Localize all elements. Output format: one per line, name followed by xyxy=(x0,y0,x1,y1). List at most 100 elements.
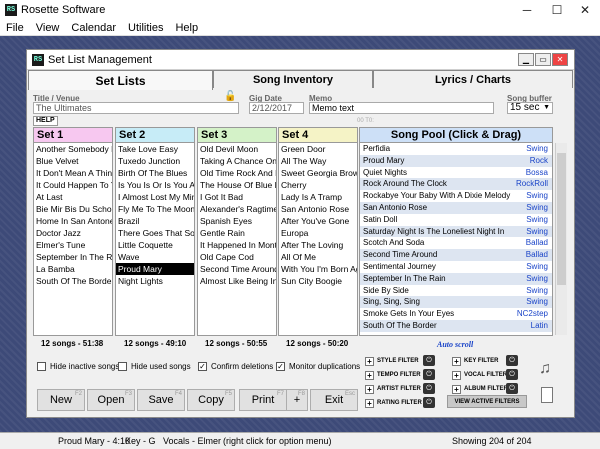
window-minimize-button[interactable]: ▁ xyxy=(518,53,534,66)
set-song-item[interactable]: Brazil xyxy=(116,215,194,227)
tab-song-inventory[interactable]: Song Inventory xyxy=(213,70,373,88)
plus-icon[interactable]: + xyxy=(452,356,461,366)
menu-utilities[interactable]: Utilities xyxy=(122,22,169,34)
plus-icon[interactable]: + xyxy=(365,356,374,366)
set-song-item[interactable]: Spanish Eyes xyxy=(198,215,276,227)
set-4-list[interactable]: Set 4 Green Door All The Way Sweet Georgia… xyxy=(278,127,358,336)
set-song-item[interactable]: Sweet Georgia Brown xyxy=(279,167,357,179)
set-song-item[interactable]: I Almost Lost My Mind xyxy=(116,191,194,203)
plus-icon[interactable]: + xyxy=(365,384,374,394)
monitor-duplications-checkbox[interactable]: ✓ Monitor duplications xyxy=(276,362,360,371)
set-song-item[interactable]: Doctor Jazz xyxy=(34,227,112,239)
set-song-item[interactable]: La Bamba xyxy=(34,263,112,275)
set-song-item[interactable]: All Of Me xyxy=(279,251,357,263)
window-restore-button[interactable]: ▭ xyxy=(535,53,551,66)
lock-icon[interactable]: 🔓 xyxy=(224,91,236,102)
tab-lyrics-charts[interactable]: Lyrics / Charts xyxy=(373,70,573,88)
pool-song-row[interactable]: Perfidia Swing xyxy=(360,143,552,155)
set-song-item[interactable]: Fly Me To The Moon xyxy=(116,203,194,215)
power-icon[interactable]: ⏻ xyxy=(423,355,435,366)
set-song-item[interactable]: Taking A Chance On Lo xyxy=(198,155,276,167)
pool-song-row[interactable]: Side By Side Swing xyxy=(360,285,552,297)
checkbox-box[interactable] xyxy=(118,362,127,371)
set-song-item[interactable]: Lady Is A Tramp xyxy=(279,191,357,203)
set-song-item[interactable]: Bie Mir Bis Du Schoen xyxy=(34,203,112,215)
set-song-item[interactable]: Elmer's Tune xyxy=(34,239,112,251)
plus-icon[interactable]: + xyxy=(452,370,461,380)
song-buffer-select[interactable]: 15 sec ▼ xyxy=(507,102,553,114)
set-song-item[interactable]: Take Love Easy xyxy=(116,143,194,155)
print-plus-button[interactable]: + F8 xyxy=(286,389,308,411)
power-icon[interactable]: ⏻ xyxy=(506,355,518,366)
set-1-list[interactable]: Set 1 Another Somebody DonBlue VelvetIt … xyxy=(33,127,113,336)
plus-icon[interactable]: + xyxy=(365,370,374,380)
set-song-item[interactable]: With You I'm Born Agair xyxy=(279,263,357,275)
set-song-item[interactable]: Little Coquette xyxy=(116,239,194,251)
set-song-item[interactable]: Home In San Antone xyxy=(34,215,112,227)
power-icon[interactable]: ⏻ xyxy=(506,383,518,394)
set-song-item[interactable]: Is You Is Or Is You Ain't xyxy=(116,179,194,191)
hide-used-checkbox[interactable]: Hide used songs xyxy=(118,362,191,371)
pool-song-row[interactable]: Rockabye Your Baby With A Dixie Melody Sw… xyxy=(360,190,552,202)
set-song-item[interactable]: Another Somebody Don xyxy=(34,143,112,155)
pool-song-row[interactable]: Smoke Gets In Your Eyes NC2step xyxy=(360,308,552,320)
power-icon[interactable]: ⏻ xyxy=(423,397,435,408)
set-song-item[interactable]: Cherry xyxy=(279,179,357,191)
memo-field[interactable]: Memo text xyxy=(309,102,494,114)
set-2-list[interactable]: Set 2 Take Love Easy Tuxedo Junction Birth… xyxy=(115,127,195,336)
pool-song-row[interactable]: Proud Mary Rock xyxy=(360,154,552,167)
song-pool-scrollbar[interactable] xyxy=(555,143,567,335)
set-song-item[interactable]: It Happened In Montere xyxy=(198,239,276,251)
pool-song-row[interactable]: Sentimental Journey Swing xyxy=(360,261,552,273)
confirm-deletions-checkbox[interactable]: ✓ Confirm deletions xyxy=(198,362,273,371)
save-button[interactable]: Save F4 xyxy=(137,389,185,411)
pool-song-row[interactable]: Quiet Nights Bossa xyxy=(360,167,552,179)
set-song-item[interactable]: After You've Gone xyxy=(279,215,357,227)
close-button[interactable]: ✕ xyxy=(570,0,600,20)
set-song-item[interactable]: September In The Rain xyxy=(34,251,112,263)
set-song-item[interactable]: Old Devil Moon xyxy=(198,143,276,155)
checkbox-box[interactable]: ✓ xyxy=(198,362,207,371)
power-icon[interactable]: ⏻ xyxy=(423,369,435,380)
checkbox-box[interactable] xyxy=(37,362,46,371)
music-note-icon[interactable]: ♫ xyxy=(539,360,551,378)
plus-icon[interactable]: + xyxy=(452,384,461,394)
pool-song-row[interactable]: Saturday Night Is The Loneliest Night In… xyxy=(360,225,552,238)
set-song-item[interactable]: South Of The Border xyxy=(34,275,112,287)
pool-song-row[interactable]: September In The Rain Swing xyxy=(360,272,552,285)
maximize-button[interactable]: ☐ xyxy=(542,0,572,20)
exit-button[interactable]: Exit Esc xyxy=(310,389,358,411)
pool-song-row[interactable]: Satin Doll Swing xyxy=(360,214,552,226)
set-song-item[interactable]: Europa xyxy=(279,227,357,239)
set-song-item[interactable]: Night Lights xyxy=(116,275,194,287)
auto-scroll-label[interactable]: Auto scroll xyxy=(437,340,473,349)
pool-song-row[interactable]: Sing, Sing, Sing Swing xyxy=(360,296,552,309)
set-song-item[interactable]: Old Cape Cod xyxy=(198,251,276,263)
set-song-item[interactable]: Tuxedo Junction xyxy=(116,155,194,167)
set-song-item[interactable]: After The Loving xyxy=(279,239,357,251)
set-song-item[interactable]: At Last xyxy=(34,191,112,203)
set-3-list[interactable]: Set 3 Old Devil MoonTaking A Chance On L… xyxy=(197,127,277,336)
set-song-item[interactable]: Wave xyxy=(116,251,194,263)
power-icon[interactable]: ⏻ xyxy=(506,369,518,380)
tab-set-lists[interactable]: Set Lists xyxy=(28,70,213,90)
pool-song-row[interactable]: South Of The Border Latin xyxy=(360,319,552,332)
menu-view[interactable]: View xyxy=(30,22,66,34)
song-pool-list[interactable]: Song Pool (Click & Drag) Perfidia Swing Pr… xyxy=(359,127,553,336)
print-button[interactable]: Print F7 xyxy=(239,389,287,411)
set-song-item[interactable]: Green Door xyxy=(279,143,357,155)
plus-icon[interactable]: + xyxy=(365,398,374,408)
set-song-item[interactable]: Old Time Rock And Roll xyxy=(198,167,276,179)
set-song-item[interactable]: Almost Like Being In Lo xyxy=(198,275,276,287)
set-song-item[interactable]: It Don't Mean A Thing/S xyxy=(34,167,112,179)
set-song-item[interactable]: Sun City Boogie xyxy=(279,275,357,287)
open-button[interactable]: Open F3 xyxy=(87,389,135,411)
set-song-item[interactable]: Blue Velvet xyxy=(34,155,112,167)
help-button[interactable]: HELP xyxy=(33,116,58,126)
pool-song-row[interactable]: Second Time Around Ballad xyxy=(360,249,552,261)
scrollbar-thumb[interactable] xyxy=(557,153,566,285)
window-close-button[interactable]: ✕ xyxy=(552,53,568,66)
set-song-item[interactable]: Proud Mary xyxy=(116,263,194,275)
menu-help[interactable]: Help xyxy=(169,22,204,34)
view-active-filters-button[interactable]: VIEW ACTIVE FILTERS xyxy=(447,395,527,408)
